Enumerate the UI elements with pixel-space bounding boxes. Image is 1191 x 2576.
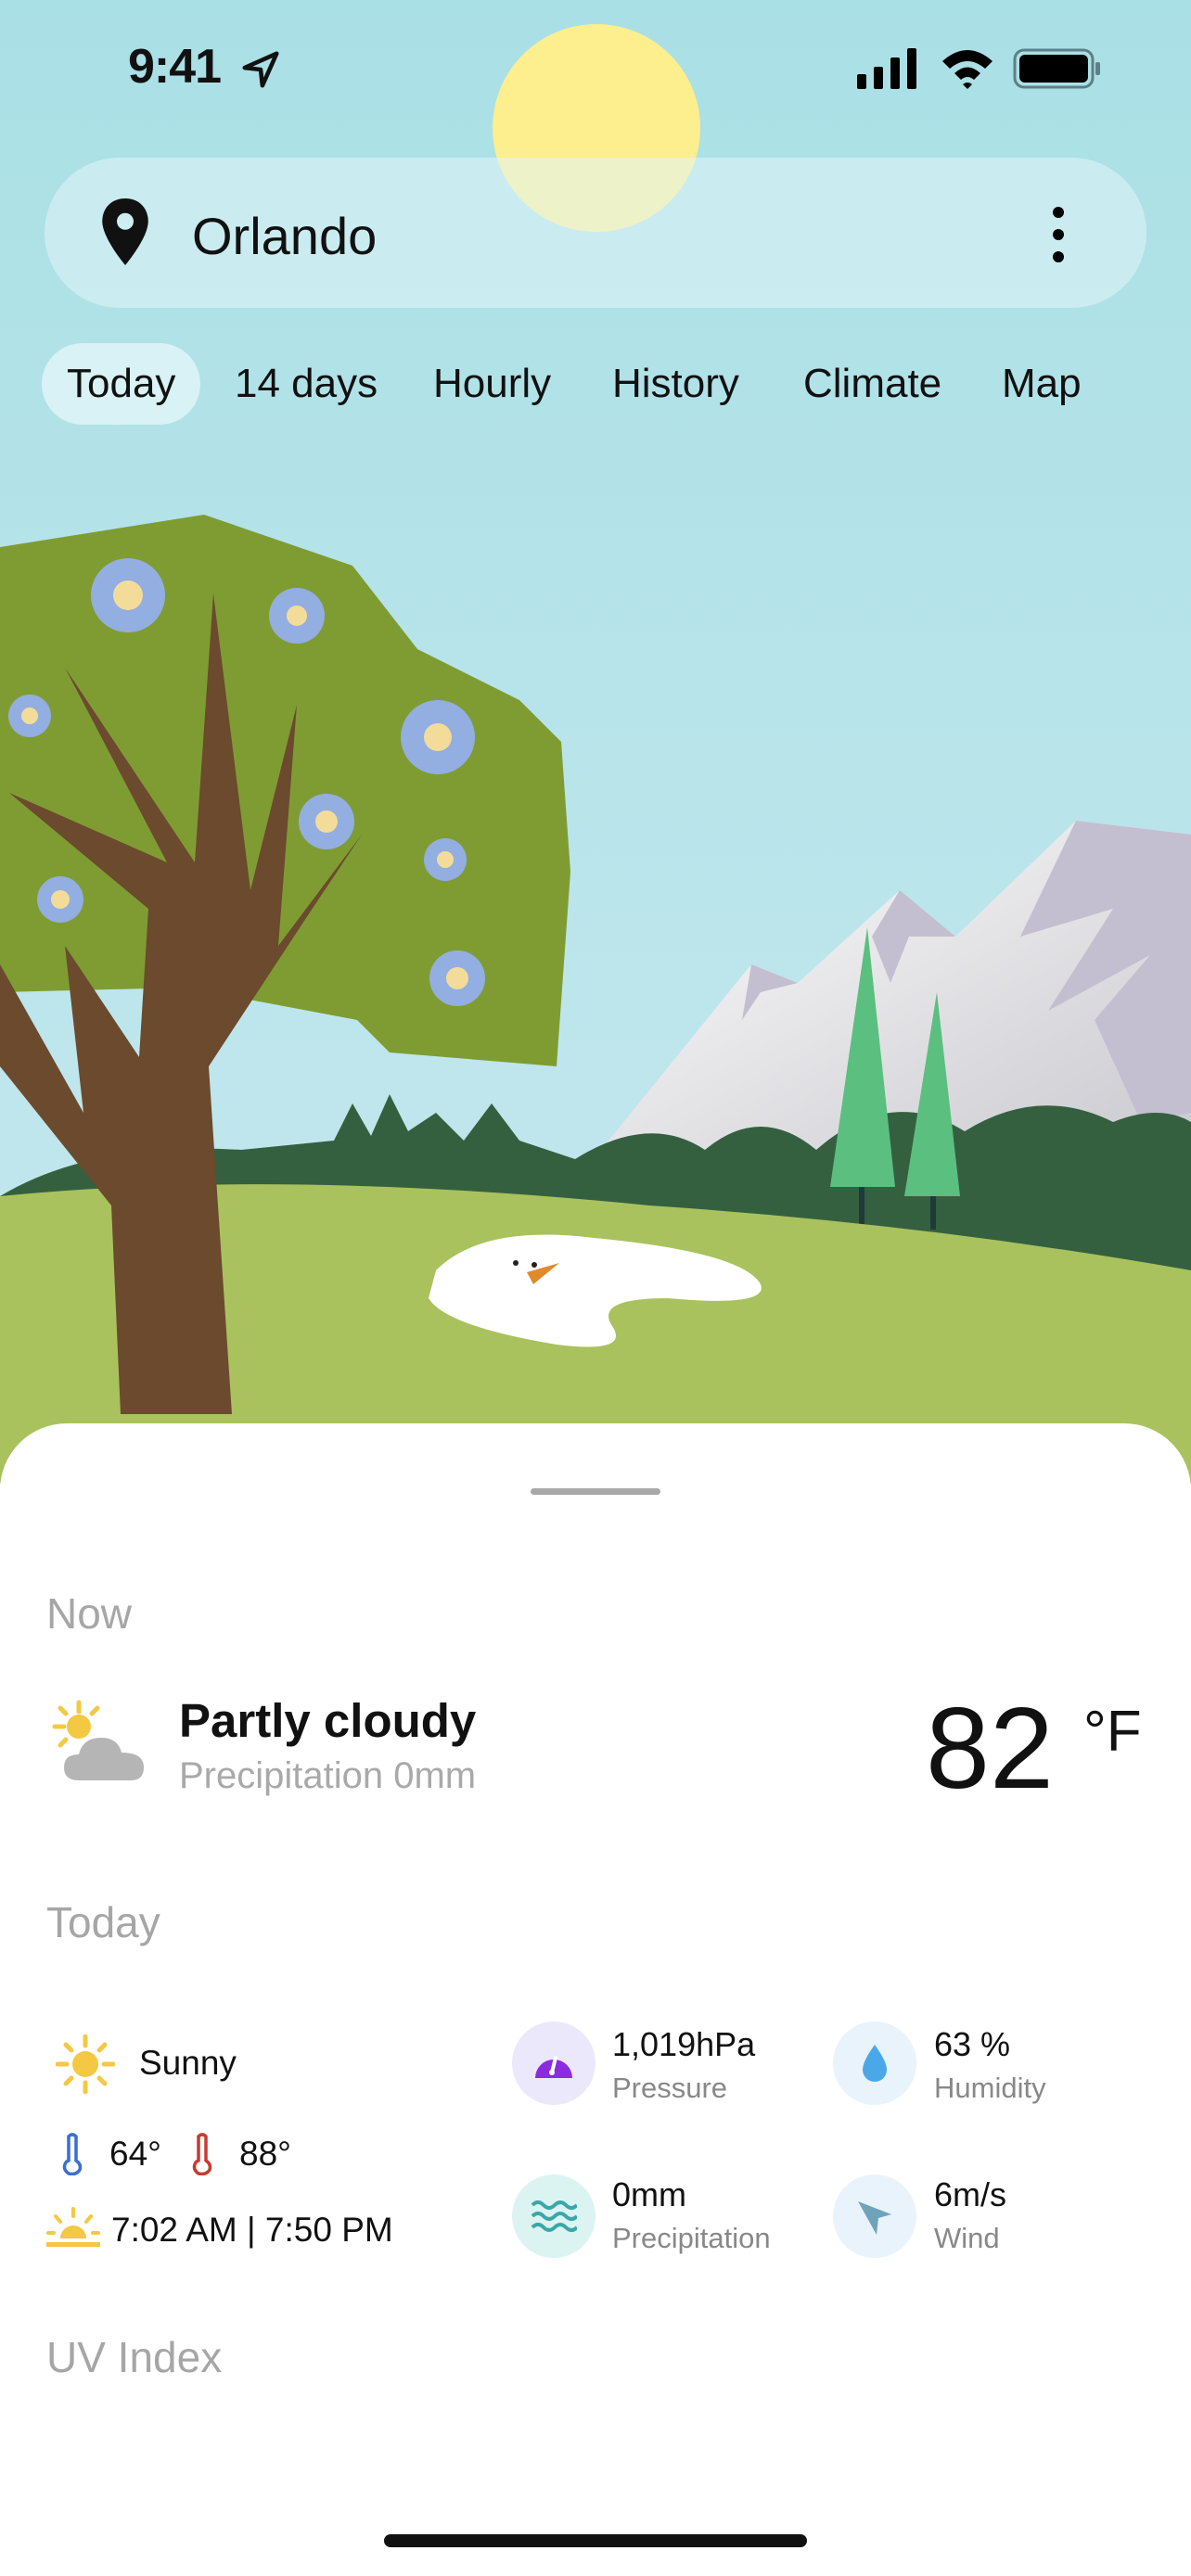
- more-vertical-icon[interactable]: [1044, 204, 1072, 265]
- humidity-value: 63 %: [934, 2025, 1011, 2063]
- current-temperature: 82: [926, 1685, 1054, 1813]
- today-condition: Sunny: [139, 2044, 237, 2082]
- battery-icon: [1013, 48, 1100, 89]
- wind-value: 6m/s: [934, 2175, 1007, 2213]
- now-heading: Now: [46, 1589, 133, 1638]
- wind-direction-icon: [858, 2201, 891, 2235]
- gauge-icon: [535, 2056, 572, 2078]
- pressure-label: Pressure: [612, 2072, 728, 2104]
- sheet-drag-handle[interactable]: [531, 1488, 660, 1495]
- high-temperature: 88°: [239, 2135, 291, 2173]
- location-arrow-icon: [242, 51, 279, 88]
- pressure-icon-badge: [512, 2021, 596, 2105]
- droplet-icon: [863, 2045, 887, 2082]
- current-precipitation: Precipitation 0mm: [179, 1755, 477, 1796]
- sunrise-sunset-times: 7:02 AM | 7:50 PM: [111, 2211, 393, 2249]
- signal-icon: [857, 48, 916, 89]
- tab-14-days[interactable]: 14 days: [210, 343, 403, 425]
- precipitation-label: Precipitation: [612, 2222, 771, 2254]
- city-name[interactable]: Orlando: [192, 206, 377, 266]
- wind-label: Wind: [934, 2222, 1000, 2254]
- precipitation-icon-badge: [512, 2174, 596, 2258]
- uv-index-heading: UV Index: [46, 2333, 223, 2381]
- bottom-sheet: [0, 1423, 1191, 2576]
- sun-icon: [56, 2034, 115, 2094]
- humidity-icon-badge: [833, 2021, 916, 2105]
- precipitation-value: 0mm: [612, 2175, 686, 2213]
- pressure-value: 1,019hPa: [612, 2025, 756, 2063]
- temperature-unit[interactable]: °F: [1083, 1699, 1142, 1765]
- tab-climate[interactable]: Climate: [778, 343, 967, 425]
- tab-hourly[interactable]: Hourly: [408, 343, 576, 425]
- location-pin-icon: [102, 198, 148, 265]
- current-condition: Partly cloudy: [179, 1694, 477, 1747]
- low-temperature: 64°: [109, 2135, 161, 2173]
- tab-map[interactable]: Map: [977, 343, 1107, 425]
- sunrise-icon: [46, 2207, 100, 2247]
- tab-today[interactable]: Today: [42, 343, 201, 425]
- today-heading: Today: [46, 1898, 160, 1946]
- wifi-icon: [942, 50, 992, 89]
- wind-icon-badge: [833, 2174, 916, 2258]
- thermometer-low-icon: [62, 2133, 83, 2175]
- home-indicator[interactable]: [384, 2534, 807, 2547]
- tab-history[interactable]: History: [587, 343, 764, 425]
- status-time: 9:41: [128, 40, 222, 94]
- thermometer-high-icon: [192, 2133, 212, 2175]
- humidity-label: Humidity: [934, 2072, 1046, 2104]
- waves-icon: [531, 2200, 577, 2232]
- partly-cloudy-icon: [52, 1700, 144, 1780]
